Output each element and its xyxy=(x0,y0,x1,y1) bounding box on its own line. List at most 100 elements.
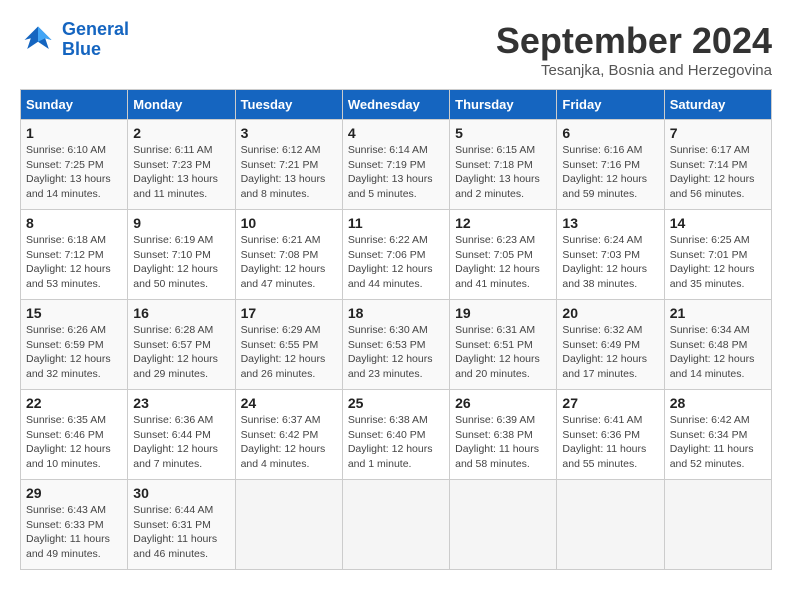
day-info: Sunrise: 6:37 AM Sunset: 6:42 PM Dayligh… xyxy=(241,413,337,472)
calendar-cell: 18Sunrise: 6:30 AM Sunset: 6:53 PM Dayli… xyxy=(342,300,449,390)
calendar-week-4: 22 Sunrise: 6:35 AM Sunset: 6:46 PM Dayli… xyxy=(21,390,772,480)
page-header: General Blue September 2024 Tesanjka, Bo… xyxy=(20,20,772,79)
day-info: Sunrise: 6:24 AM Sunset: 7:03 PM Dayligh… xyxy=(562,233,658,292)
day-info: Sunrise: 6:12 AM Sunset: 7:21 PM Dayligh… xyxy=(241,143,337,202)
calendar-cell: 13 Sunrise: 6:24 AM Sunset: 7:03 PM Dayli… xyxy=(557,210,664,300)
day-number: 21 xyxy=(670,305,766,321)
calendar-cell: 23 Sunrise: 6:36 AM Sunset: 6:44 PM Dayli… xyxy=(128,390,235,480)
day-info: Sunrise: 6:36 AM Sunset: 6:44 PM Dayligh… xyxy=(133,413,229,472)
calendar-week-1: 1Sunrise: 6:10 AM Sunset: 7:25 PM Daylig… xyxy=(21,120,772,210)
day-number: 22 xyxy=(26,395,122,411)
calendar-table: SundayMondayTuesdayWednesdayThursdayFrid… xyxy=(20,89,772,570)
day-number: 17 xyxy=(241,305,337,321)
day-info: Sunrise: 6:23 AM Sunset: 7:05 PM Dayligh… xyxy=(455,233,551,292)
calendar-cell: 16Sunrise: 6:28 AM Sunset: 6:57 PM Dayli… xyxy=(128,300,235,390)
day-number: 5 xyxy=(455,125,551,141)
calendar-header: SundayMondayTuesdayWednesdayThursdayFrid… xyxy=(21,90,772,120)
calendar-cell: 28 Sunrise: 6:42 AM Sunset: 6:34 PM Dayli… xyxy=(664,390,771,480)
calendar-cell: 24 Sunrise: 6:37 AM Sunset: 6:42 PM Dayli… xyxy=(235,390,342,480)
calendar-cell: 15 Sunrise: 6:26 AM Sunset: 6:59 PM Dayli… xyxy=(21,300,128,390)
calendar-cell: 12 Sunrise: 6:23 AM Sunset: 7:05 PM Dayli… xyxy=(450,210,557,300)
calendar-cell xyxy=(664,480,771,570)
calendar-week-2: 8Sunrise: 6:18 AM Sunset: 7:12 PM Daylig… xyxy=(21,210,772,300)
day-number: 30 xyxy=(133,485,229,501)
day-info: Sunrise: 6:14 AM Sunset: 7:19 PM Dayligh… xyxy=(348,143,444,202)
calendar-cell: 17 Sunrise: 6:29 AM Sunset: 6:55 PM Dayli… xyxy=(235,300,342,390)
calendar-cell: 3 Sunrise: 6:12 AM Sunset: 7:21 PM Daylig… xyxy=(235,120,342,210)
month-title: September 2024 xyxy=(496,20,772,62)
day-number: 26 xyxy=(455,395,551,411)
day-number: 19 xyxy=(455,305,551,321)
day-number: 7 xyxy=(670,125,766,141)
day-number: 15 xyxy=(26,305,122,321)
calendar-cell xyxy=(450,480,557,570)
calendar-cell: 2Sunrise: 6:11 AM Sunset: 7:23 PM Daylig… xyxy=(128,120,235,210)
title-block: September 2024 Tesanjka, Bosnia and Herz… xyxy=(496,20,772,79)
day-number: 8 xyxy=(26,215,122,231)
logo-text: General Blue xyxy=(62,20,129,60)
calendar-cell: 25 Sunrise: 6:38 AM Sunset: 6:40 PM Dayli… xyxy=(342,390,449,480)
calendar-body: 1Sunrise: 6:10 AM Sunset: 7:25 PM Daylig… xyxy=(21,120,772,570)
day-info: Sunrise: 6:38 AM Sunset: 6:40 PM Dayligh… xyxy=(348,413,444,472)
day-number: 4 xyxy=(348,125,444,141)
day-number: 3 xyxy=(241,125,337,141)
calendar-cell: 20Sunrise: 6:32 AM Sunset: 6:49 PM Dayli… xyxy=(557,300,664,390)
day-number: 24 xyxy=(241,395,337,411)
calendar-cell: 22 Sunrise: 6:35 AM Sunset: 6:46 PM Dayli… xyxy=(21,390,128,480)
calendar-cell xyxy=(342,480,449,570)
calendar-cell: 26 Sunrise: 6:39 AM Sunset: 6:38 PM Dayli… xyxy=(450,390,557,480)
day-number: 25 xyxy=(348,395,444,411)
day-number: 27 xyxy=(562,395,658,411)
day-info: Sunrise: 6:39 AM Sunset: 6:38 PM Dayligh… xyxy=(455,413,551,472)
calendar-cell: 9 Sunrise: 6:19 AM Sunset: 7:10 PM Daylig… xyxy=(128,210,235,300)
day-info: Sunrise: 6:15 AM Sunset: 7:18 PM Dayligh… xyxy=(455,143,551,202)
calendar-cell: 21 Sunrise: 6:34 AM Sunset: 6:48 PM Dayli… xyxy=(664,300,771,390)
day-info: Sunrise: 6:44 AM Sunset: 6:31 PM Dayligh… xyxy=(133,503,229,562)
day-info: Sunrise: 6:41 AM Sunset: 6:36 PM Dayligh… xyxy=(562,413,658,472)
day-number: 11 xyxy=(348,215,444,231)
day-info: Sunrise: 6:30 AM Sunset: 6:53 PM Dayligh… xyxy=(348,323,444,382)
day-header-wednesday: Wednesday xyxy=(342,90,449,120)
calendar-cell xyxy=(557,480,664,570)
calendar-week-5: 29Sunrise: 6:43 AM Sunset: 6:33 PM Dayli… xyxy=(21,480,772,570)
day-info: Sunrise: 6:31 AM Sunset: 6:51 PM Dayligh… xyxy=(455,323,551,382)
day-info: Sunrise: 6:35 AM Sunset: 6:46 PM Dayligh… xyxy=(26,413,122,472)
day-info: Sunrise: 6:29 AM Sunset: 6:55 PM Dayligh… xyxy=(241,323,337,382)
day-info: Sunrise: 6:34 AM Sunset: 6:48 PM Dayligh… xyxy=(670,323,766,382)
calendar-cell: 11 Sunrise: 6:22 AM Sunset: 7:06 PM Dayli… xyxy=(342,210,449,300)
day-number: 28 xyxy=(670,395,766,411)
calendar-cell xyxy=(235,480,342,570)
day-number: 10 xyxy=(241,215,337,231)
calendar-cell: 30 Sunrise: 6:44 AM Sunset: 6:31 PM Dayli… xyxy=(128,480,235,570)
day-info: Sunrise: 6:25 AM Sunset: 7:01 PM Dayligh… xyxy=(670,233,766,292)
day-number: 13 xyxy=(562,215,658,231)
day-number: 29 xyxy=(26,485,122,501)
logo-icon xyxy=(20,22,56,58)
day-number: 9 xyxy=(133,215,229,231)
day-header-friday: Friday xyxy=(557,90,664,120)
day-info: Sunrise: 6:26 AM Sunset: 6:59 PM Dayligh… xyxy=(26,323,122,382)
day-info: Sunrise: 6:28 AM Sunset: 6:57 PM Dayligh… xyxy=(133,323,229,382)
calendar-cell: 6 Sunrise: 6:16 AM Sunset: 7:16 PM Daylig… xyxy=(557,120,664,210)
calendar-cell: 7Sunrise: 6:17 AM Sunset: 7:14 PM Daylig… xyxy=(664,120,771,210)
day-header-saturday: Saturday xyxy=(664,90,771,120)
day-info: Sunrise: 6:16 AM Sunset: 7:16 PM Dayligh… xyxy=(562,143,658,202)
calendar-cell: 14Sunrise: 6:25 AM Sunset: 7:01 PM Dayli… xyxy=(664,210,771,300)
location-subtitle: Tesanjka, Bosnia and Herzegovina xyxy=(496,62,772,79)
day-number: 6 xyxy=(562,125,658,141)
day-header-thursday: Thursday xyxy=(450,90,557,120)
logo: General Blue xyxy=(20,20,129,60)
calendar-cell: 4 Sunrise: 6:14 AM Sunset: 7:19 PM Daylig… xyxy=(342,120,449,210)
calendar-cell: 29Sunrise: 6:43 AM Sunset: 6:33 PM Dayli… xyxy=(21,480,128,570)
calendar-cell: 19 Sunrise: 6:31 AM Sunset: 6:51 PM Dayli… xyxy=(450,300,557,390)
calendar-week-3: 15 Sunrise: 6:26 AM Sunset: 6:59 PM Dayli… xyxy=(21,300,772,390)
calendar-cell: 27 Sunrise: 6:41 AM Sunset: 6:36 PM Dayli… xyxy=(557,390,664,480)
day-info: Sunrise: 6:22 AM Sunset: 7:06 PM Dayligh… xyxy=(348,233,444,292)
day-header-monday: Monday xyxy=(128,90,235,120)
day-number: 12 xyxy=(455,215,551,231)
day-info: Sunrise: 6:42 AM Sunset: 6:34 PM Dayligh… xyxy=(670,413,766,472)
day-number: 23 xyxy=(133,395,229,411)
day-info: Sunrise: 6:11 AM Sunset: 7:23 PM Dayligh… xyxy=(133,143,229,202)
day-info: Sunrise: 6:21 AM Sunset: 7:08 PM Dayligh… xyxy=(241,233,337,292)
day-info: Sunrise: 6:19 AM Sunset: 7:10 PM Dayligh… xyxy=(133,233,229,292)
